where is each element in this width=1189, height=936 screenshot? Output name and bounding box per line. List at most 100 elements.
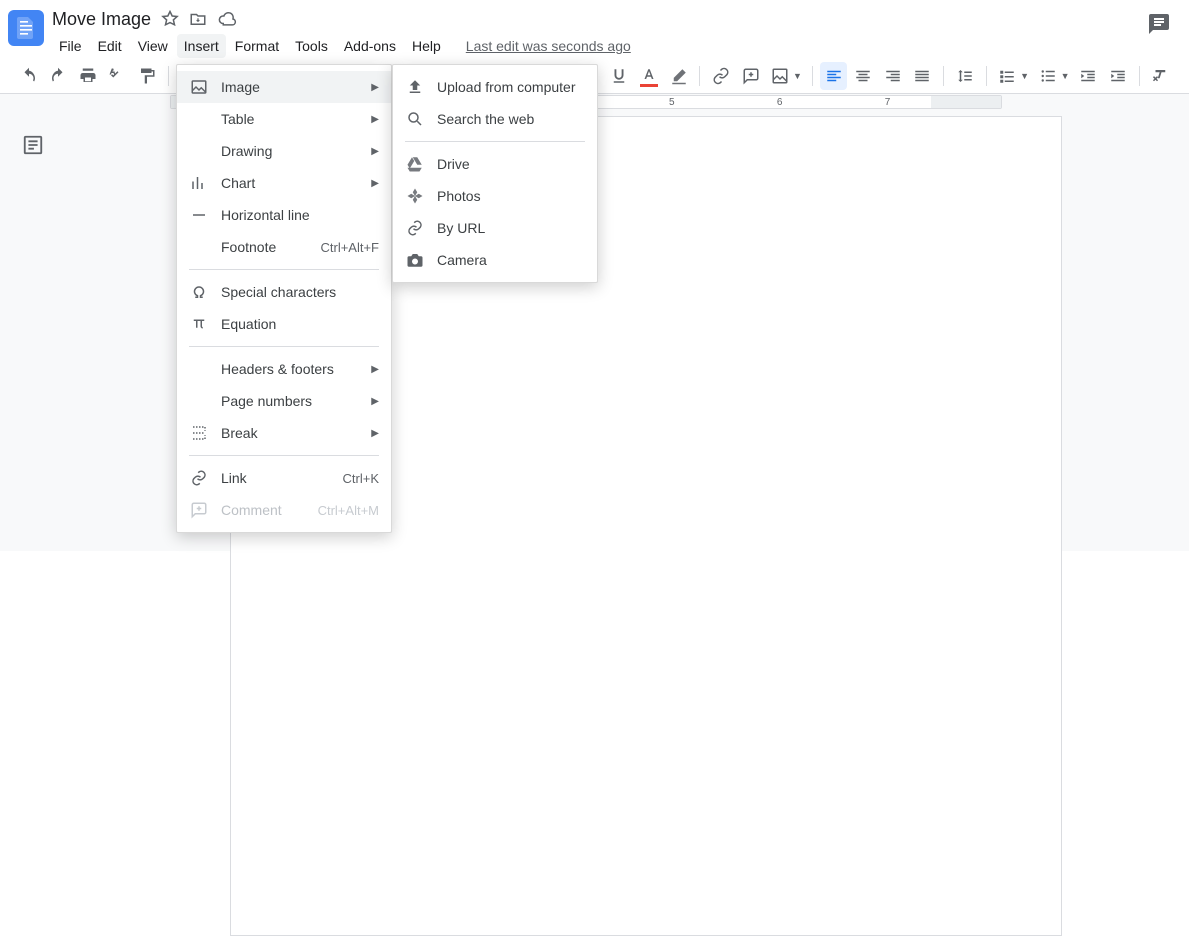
menu-label: Camera [437, 252, 585, 268]
clear-formatting-button[interactable] [1147, 62, 1175, 90]
bulleted-list-button[interactable] [1034, 62, 1062, 90]
undo-button[interactable] [15, 62, 43, 90]
menu-insert[interactable]: Insert [177, 34, 226, 58]
increase-indent-button[interactable] [1104, 62, 1132, 90]
chevron-right-icon: ▶ [371, 178, 379, 189]
menu-label: Link [221, 470, 331, 486]
menu-link[interactable]: Link Ctrl+K [177, 462, 391, 494]
chevron-right-icon: ▶ [371, 396, 379, 407]
open-comments-button[interactable] [1141, 6, 1177, 42]
line-spacing-button[interactable] [951, 62, 979, 90]
menu-format[interactable]: Format [228, 34, 286, 58]
insert-link-button[interactable] [707, 62, 735, 90]
align-justify-button[interactable] [909, 62, 937, 90]
link-icon [405, 219, 425, 237]
menu-label: By URL [437, 220, 585, 236]
submenu-search-the-web[interactable]: Search the web [393, 103, 597, 135]
print-button[interactable] [74, 62, 102, 90]
menu-label: Chart [221, 175, 359, 191]
submenu-photos[interactable]: Photos [393, 180, 597, 212]
toolbar-separator [943, 66, 944, 86]
menu-label: Horizontal line [221, 207, 379, 223]
insert-menu-panel: Image ▶ Table ▶ Drawing ▶ Chart ▶ Horizo… [176, 64, 392, 533]
menu-equation[interactable]: Equation [177, 308, 391, 340]
submenu-drive[interactable]: Drive [393, 148, 597, 180]
menu-table[interactable]: Table ▶ [177, 103, 391, 135]
title-area: Move Image File Edit View Insert Format … [52, 6, 1141, 58]
comment-icon [189, 501, 209, 519]
menu-help[interactable]: Help [405, 34, 448, 58]
menu-drawing[interactable]: Drawing ▶ [177, 135, 391, 167]
menu-file[interactable]: File [52, 34, 89, 58]
last-edit-link[interactable]: Last edit was seconds ago [466, 34, 631, 58]
underline-button[interactable] [606, 62, 634, 90]
caret-icon[interactable]: ▼ [1020, 71, 1029, 81]
menu-label: Drive [437, 156, 585, 172]
menu-label: Upload from computer [437, 79, 585, 95]
menu-chart[interactable]: Chart ▶ [177, 167, 391, 199]
add-comment-button[interactable] [737, 62, 765, 90]
menu-footnote[interactable]: Footnote Ctrl+Alt+F [177, 231, 391, 263]
menu-shortcut: Ctrl+Alt+F [320, 240, 379, 255]
menu-tools[interactable]: Tools [288, 34, 335, 58]
document-title[interactable]: Move Image [52, 9, 151, 30]
chevron-right-icon: ▶ [371, 82, 379, 93]
menu-page-numbers[interactable]: Page numbers ▶ [177, 385, 391, 417]
app-header: Move Image File Edit View Insert Format … [0, 0, 1189, 58]
submenu-by-url[interactable]: By URL [393, 212, 597, 244]
caret-icon[interactable]: ▼ [1061, 71, 1070, 81]
menu-special-characters[interactable]: Special characters [177, 276, 391, 308]
menu-addons[interactable]: Add-ons [337, 34, 403, 58]
menu-shortcut: Ctrl+K [343, 471, 379, 486]
spellcheck-button[interactable] [104, 62, 132, 90]
align-right-button[interactable] [879, 62, 907, 90]
menu-label: Comment [221, 502, 306, 518]
menu-image[interactable]: Image ▶ [177, 71, 391, 103]
toolbar-separator [1139, 66, 1140, 86]
menu-label: Drawing [221, 143, 359, 159]
move-icon[interactable] [189, 10, 207, 28]
insert-image-button[interactable] [766, 62, 794, 90]
menu-separator [189, 269, 379, 270]
menu-break[interactable]: Break ▶ [177, 417, 391, 449]
omega-icon [189, 283, 209, 301]
menu-bar: File Edit View Insert Format Tools Add-o… [52, 34, 1141, 58]
document-outline-button[interactable] [22, 134, 44, 156]
menu-horizontal-line[interactable]: Horizontal line [177, 199, 391, 231]
text-color-button[interactable] [635, 62, 663, 90]
menu-label: Equation [221, 316, 379, 332]
submenu-camera[interactable]: Camera [393, 244, 597, 276]
toolbar-separator [699, 66, 700, 86]
menu-label: Page numbers [221, 393, 359, 409]
chevron-right-icon: ▶ [371, 114, 379, 125]
menu-edit[interactable]: Edit [91, 34, 129, 58]
upload-icon [405, 78, 425, 96]
ruler-mark: 6 [777, 96, 783, 108]
align-left-button[interactable] [820, 62, 848, 90]
redo-button[interactable] [45, 62, 73, 90]
search-icon [405, 110, 425, 128]
menu-label: Image [221, 79, 359, 95]
cloud-status-icon[interactable] [217, 10, 237, 28]
photos-icon [405, 187, 425, 205]
toolbar-separator [986, 66, 987, 86]
menu-separator [189, 346, 379, 347]
image-submenu-panel: Upload from computer Search the web Driv… [392, 64, 598, 283]
ruler-mark: 5 [669, 96, 675, 108]
highlight-color-button[interactable] [665, 62, 693, 90]
menu-headers-footers[interactable]: Headers & footers ▶ [177, 353, 391, 385]
menu-label: Special characters [221, 284, 379, 300]
menu-view[interactable]: View [131, 34, 175, 58]
docs-logo[interactable] [8, 10, 44, 46]
chevron-right-icon: ▶ [371, 146, 379, 157]
checklist-button[interactable] [994, 62, 1022, 90]
paint-format-button[interactable] [133, 62, 161, 90]
pi-icon [189, 315, 209, 333]
star-icon[interactable] [161, 10, 179, 28]
submenu-upload-from-computer[interactable]: Upload from computer [393, 71, 597, 103]
break-icon [189, 424, 209, 442]
decrease-indent-button[interactable] [1075, 62, 1103, 90]
menu-shortcut: Ctrl+Alt+M [318, 503, 379, 518]
caret-icon[interactable]: ▼ [793, 71, 802, 81]
align-center-button[interactable] [849, 62, 877, 90]
